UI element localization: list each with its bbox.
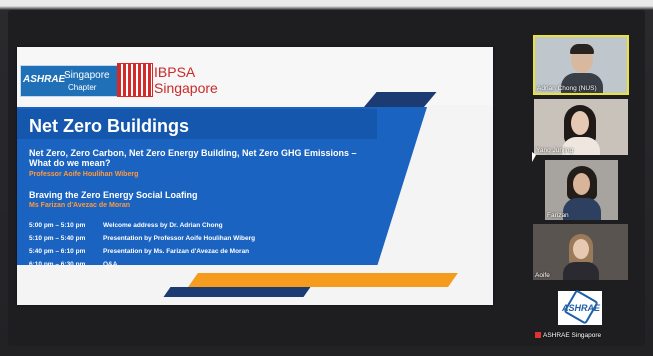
decor-orange-stripe [188, 273, 458, 287]
talk2-title: Braving the Zero Energy Social Loafing [29, 190, 198, 200]
recording-icon [535, 332, 541, 338]
participant-name: Farizan [547, 212, 569, 219]
participant-name: Adrian Chong (NUS) [537, 85, 597, 92]
agenda: 5:00 pm – 5:10 pm Welcome address by Dr. … [29, 219, 255, 271]
participant-video [573, 173, 590, 195]
agenda-row: 6:10 pm – 6:30 pm Q&A [29, 258, 255, 271]
ibpsa-logo-mark [117, 63, 153, 97]
ibpsa-line2: Singapore [154, 80, 218, 96]
agenda-item: Presentation by Ms. Farizan d'Avezac de … [103, 248, 250, 255]
participant-hair [570, 44, 594, 54]
participant-name: Aoife [535, 272, 550, 279]
ashrae-logo-word: ASHRAE [23, 74, 66, 85]
ashrae-logo: ASHRAE [558, 289, 602, 325]
ibpsa-logo-text: IBPSA Singapore [154, 64, 218, 96]
participant-video [573, 239, 589, 259]
agenda-time: 5:10 pm – 5:40 pm [29, 235, 86, 242]
ashrae-chapter-logo: ASHRAE Singapore Chapter [20, 65, 118, 97]
participant-tile-yang[interactable]: Yang Junjing [534, 99, 628, 155]
agenda-time: 5:00 pm – 5:10 pm [29, 222, 86, 229]
participant-tile-aoife[interactable]: Aoife [533, 224, 628, 280]
agenda-item: Q&A [103, 261, 118, 268]
agenda-row: 5:40 pm – 6:10 pm Presentation by Ms. Far… [29, 245, 255, 258]
participant-name: ASHRAE Singapore [543, 332, 602, 339]
decor-dark-stripe [163, 287, 311, 297]
ashrae-logo-word: ASHRAE [562, 303, 601, 313]
ibpsa-line1: IBPSA [154, 64, 196, 80]
talk2-speaker: Ms Farizan d'Avezac de Moran [29, 202, 130, 209]
participant-name: Yang Junjing [536, 147, 574, 154]
participant-tile-ashrae[interactable]: ASHRAE ASHRAE Singapore [533, 284, 628, 340]
ashrae-logo-line1: Singapore [64, 70, 110, 81]
agenda-row: 5:10 pm – 5:40 pm Presentation by Profess… [29, 232, 255, 245]
talk1-speaker: Professor Aoife Houlihan Wiberg [29, 171, 139, 178]
participant-video [571, 111, 589, 135]
talk1-title: Net Zero, Zero Carbon, Net Zero Energy B… [29, 148, 357, 168]
agenda-time: 5:40 pm – 6:10 pm [29, 248, 86, 255]
mouse-cursor-icon [532, 152, 536, 162]
participant-tile-farizan[interactable]: Farizan [545, 160, 618, 220]
agenda-item: Presentation by Professor Aoife Houlihan… [103, 235, 256, 242]
ashrae-logo-line2: Chapter [68, 83, 97, 92]
participant-tile-adrian[interactable]: Adrian Chong (NUS) [533, 35, 629, 95]
agenda-row: 5:00 pm – 5:10 pm Welcome address by Dr. … [29, 219, 255, 232]
slide-title: Net Zero Buildings [29, 116, 190, 136]
participant-shirt [563, 262, 599, 280]
shared-slide: ASHRAE Singapore Chapter IBPSA Singapore… [17, 47, 493, 305]
agenda-item: Welcome address by Dr. Adrian Chong [103, 222, 223, 229]
agenda-time: 6:10 pm – 6:30 pm [29, 261, 86, 268]
